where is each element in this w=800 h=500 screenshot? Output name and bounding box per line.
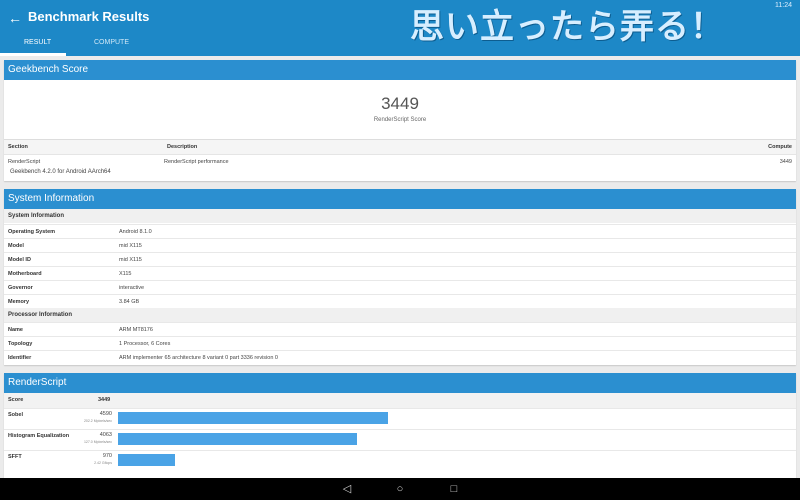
info-row: Operating System Android 8.1.0 — [4, 224, 796, 239]
info-row: Memory 3.84 GB — [4, 294, 796, 309]
system-information-card: System Information System Information Op… — [4, 189, 796, 365]
info-value: ARM MT8176 — [119, 327, 153, 333]
cell-compute: 3449 — [779, 159, 792, 165]
info-value: 3.84 GB — [119, 299, 140, 305]
info-key: Governor — [8, 285, 33, 291]
triangle-back-icon[interactable]: ◁ — [340, 482, 354, 496]
section-header-system: System Information — [4, 209, 796, 223]
info-row: Topology 1 Processor, 6 Cores — [4, 336, 796, 351]
benchmark-throughput: 2.42 Gflops — [94, 461, 112, 465]
benchmark-score: 970 — [102, 453, 112, 459]
info-value: mid X115 — [119, 243, 142, 249]
score-label: RenderScript Score — [373, 117, 427, 123]
benchmark-score: 4063 — [99, 432, 112, 438]
page-title: Benchmark Results — [28, 9, 150, 24]
score-row: Score 3449 — [4, 393, 796, 408]
square-recents-icon[interactable]: □ — [447, 482, 461, 496]
benchmark-row[interactable]: Sobel 4590 202.2 Mpixels/sec — [4, 408, 796, 430]
info-value: X115 — [119, 271, 132, 277]
benchmark-bar — [118, 454, 175, 466]
app-bar: ← Benchmark Results 思い立ったら弄る！ 11:24 RESU… — [0, 0, 800, 56]
info-row: Identifier ARM implementer 65 architectur… — [4, 350, 796, 365]
info-key: Topology — [8, 341, 33, 347]
table-header: Section Description Compute — [4, 139, 796, 155]
table-row[interactable]: RenderScript RenderScript performance 34… — [4, 154, 796, 169]
info-row: Model ID mid X115 — [4, 252, 796, 267]
benchmark-bar — [118, 412, 388, 424]
info-row: Model mid X115 — [4, 238, 796, 253]
benchmark-name: SFFT — [8, 454, 22, 460]
column-header-section: Section — [8, 144, 28, 150]
tab-indicator — [0, 53, 66, 56]
tab-compute[interactable]: COMPUTE — [94, 39, 129, 46]
info-value: Android 8.1.0 — [119, 229, 152, 235]
benchmark-throughput: 202.2 Mpixels/sec — [83, 419, 112, 423]
info-value: interactive — [119, 285, 145, 291]
benchmark-row[interactable]: Histogram Equalization 4063 127.0 Mpixel… — [4, 429, 796, 451]
info-key: Name — [8, 327, 23, 333]
tab-result[interactable]: RESULT — [24, 39, 51, 46]
info-key: Motherboard — [8, 271, 42, 277]
score-label: Score — [8, 397, 24, 403]
arrow-left-icon[interactable]: ← — [8, 10, 22, 26]
info-key: Identifier — [8, 355, 32, 361]
column-header-description: Description — [167, 144, 198, 150]
benchmark-row[interactable]: SFFT 970 2.42 Gflops — [4, 450, 796, 472]
info-row: Motherboard X115 — [4, 266, 796, 281]
circle-home-icon[interactable]: ○ — [393, 482, 407, 496]
column-header-compute: Compute — [768, 144, 792, 150]
renderscript-card: RenderScript Score 3449 Sobel 4590 202.2… — [4, 373, 796, 483]
card-header: Geekbench Score — [4, 60, 796, 80]
section-header-processor: Processor Information — [4, 308, 796, 322]
version-text: Geekbench 4.2.0 for Android AArch64 — [10, 169, 111, 175]
score-value: 3449 — [98, 397, 111, 403]
watermark-logo: 思い立ったら弄る！ — [410, 7, 725, 47]
info-key: Model ID — [8, 257, 31, 263]
benchmark-score: 4590 — [99, 411, 112, 417]
info-value: mid X115 — [119, 257, 142, 263]
benchmark-throughput: 127.0 Mpixels/sec — [83, 440, 112, 444]
info-value: 1 Processor, 6 Cores — [119, 341, 171, 347]
info-key: Memory — [8, 299, 30, 305]
cell-section: RenderScript — [8, 159, 41, 165]
info-row: Governor interactive — [4, 280, 796, 295]
benchmark-name: Sobel — [8, 412, 23, 418]
score-value: 3449 — [381, 94, 419, 113]
geekbench-score-card: Geekbench Score 3449 RenderScript Score … — [4, 60, 796, 181]
benchmark-name: Histogram Equalization — [8, 433, 70, 439]
system-nav-bar: ◁ ○ □ — [0, 478, 800, 500]
info-key: Operating System — [8, 229, 56, 235]
info-row: Name ARM MT8176 — [4, 322, 796, 337]
card-header: System Information — [4, 189, 796, 209]
card-header: RenderScript — [4, 373, 796, 393]
cell-description: RenderScript performance — [164, 159, 229, 165]
status-time: 11:24 — [775, 2, 792, 9]
benchmark-bar — [118, 433, 357, 445]
info-key: Model — [8, 243, 24, 249]
info-value: ARM implementer 65 architecture 8 varian… — [119, 355, 278, 361]
